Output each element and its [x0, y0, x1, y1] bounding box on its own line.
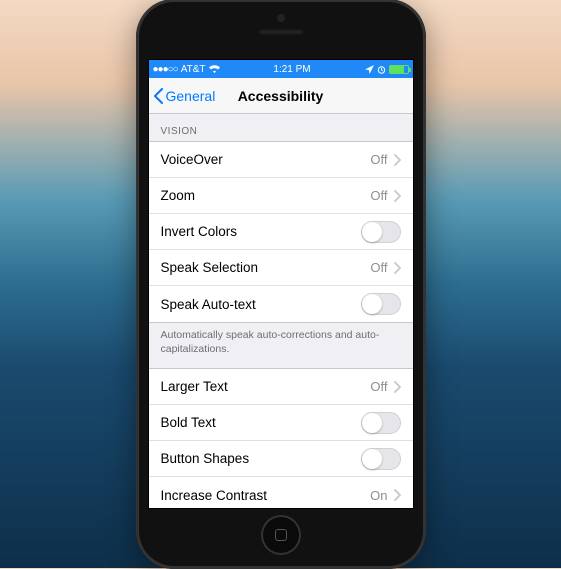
section-footer-vision: Automatically speak auto-corrections and…: [149, 323, 413, 368]
row-label: Button Shapes: [161, 451, 250, 466]
group-text: Larger Text Off Bold Text Button Shapes: [149, 368, 413, 508]
content-scroll[interactable]: VISION VoiceOver Off Zoom Off: [149, 114, 413, 508]
row-value: Off: [370, 152, 387, 167]
row-speak-autotext[interactable]: Speak Auto-text: [149, 286, 413, 322]
toggle-speak-autotext[interactable]: [361, 293, 401, 315]
row-button-shapes[interactable]: Button Shapes: [149, 441, 413, 477]
row-larger-text[interactable]: Larger Text Off: [149, 369, 413, 405]
section-header-vision: VISION: [149, 114, 413, 141]
row-bold-text[interactable]: Bold Text: [149, 405, 413, 441]
alarm-icon: [377, 65, 386, 74]
status-bar: ●●●○○ AT&T 1:21 PM: [149, 60, 413, 78]
home-button[interactable]: [261, 515, 301, 555]
row-value: Off: [370, 260, 387, 275]
screen: ●●●○○ AT&T 1:21 PM: [148, 59, 414, 509]
row-label: Zoom: [161, 188, 196, 203]
chevron-right-icon: [394, 154, 401, 166]
toggle-invert-colors[interactable]: [361, 221, 401, 243]
row-label: Increase Contrast: [161, 488, 268, 503]
toggle-button-shapes[interactable]: [361, 448, 401, 470]
carrier-label: AT&T: [181, 64, 206, 75]
chevron-right-icon: [394, 489, 401, 501]
speaker-slot: [258, 29, 304, 35]
row-value: Off: [370, 379, 387, 394]
row-label: Larger Text: [161, 379, 228, 394]
chevron-right-icon: [394, 190, 401, 202]
row-value: On: [370, 488, 387, 503]
chevron-right-icon: [394, 381, 401, 393]
row-increase-contrast[interactable]: Increase Contrast On: [149, 477, 413, 508]
row-label: Speak Selection: [161, 260, 259, 275]
signal-dots-icon: ●●●○○: [153, 64, 178, 75]
row-value: Off: [370, 188, 387, 203]
chevron-right-icon: [394, 262, 401, 274]
wifi-icon: [209, 65, 220, 74]
location-icon: [365, 65, 374, 74]
battery-icon: [389, 65, 409, 74]
back-button[interactable]: General: [149, 88, 216, 104]
status-right: [365, 65, 409, 74]
row-label: Invert Colors: [161, 224, 238, 239]
row-invert-colors[interactable]: Invert Colors: [149, 214, 413, 250]
back-label: General: [166, 88, 216, 104]
row-label: Speak Auto-text: [161, 297, 256, 312]
camera-dot: [277, 14, 285, 22]
row-voiceover[interactable]: VoiceOver Off: [149, 142, 413, 178]
row-label: Bold Text: [161, 415, 216, 430]
row-zoom[interactable]: Zoom Off: [149, 178, 413, 214]
page-title: Accessibility: [238, 88, 324, 104]
status-left: ●●●○○ AT&T: [153, 64, 220, 75]
row-label: VoiceOver: [161, 152, 223, 167]
clock-label: 1:21 PM: [273, 64, 310, 75]
chevron-left-icon: [153, 88, 164, 104]
toggle-bold-text[interactable]: [361, 412, 401, 434]
phone-frame: ●●●○○ AT&T 1:21 PM: [136, 0, 426, 569]
group-vision: VoiceOver Off Zoom Off Invert Colors: [149, 141, 413, 323]
nav-bar: General Accessibility: [149, 78, 413, 114]
row-speak-selection[interactable]: Speak Selection Off: [149, 250, 413, 286]
